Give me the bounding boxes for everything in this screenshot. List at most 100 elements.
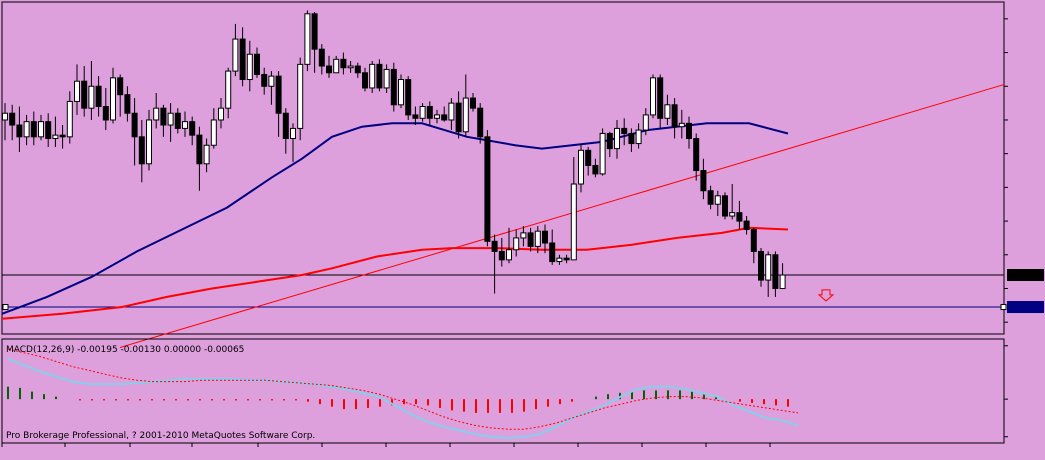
candle-body bbox=[383, 68, 390, 89]
candle-body bbox=[23, 121, 30, 138]
candle-body bbox=[419, 105, 426, 119]
candle-body bbox=[153, 107, 160, 121]
candle-body bbox=[326, 65, 332, 74]
macd-indicator-label: MACD(12,26,9) -0.00195 -0.00130 0.00000 … bbox=[6, 345, 244, 355]
candle bbox=[369, 60, 376, 94]
candle-body bbox=[254, 53, 260, 75]
candle-body bbox=[412, 114, 419, 119]
candle-body bbox=[743, 220, 750, 231]
candle-body bbox=[614, 127, 620, 150]
candle-body bbox=[707, 190, 714, 205]
candle-body bbox=[218, 107, 224, 121]
candle-body bbox=[311, 13, 318, 50]
candle-body bbox=[347, 65, 354, 69]
candle-body bbox=[88, 85, 95, 109]
candle-body bbox=[635, 129, 642, 145]
candle-body bbox=[455, 102, 462, 133]
candle-body bbox=[297, 63, 304, 129]
candle-body bbox=[657, 77, 664, 119]
candle-body bbox=[189, 121, 196, 136]
candle-body bbox=[642, 114, 649, 131]
candle bbox=[599, 128, 606, 176]
candle-body bbox=[304, 13, 311, 65]
candle-body bbox=[239, 38, 246, 81]
candle-body bbox=[30, 121, 37, 138]
candle-body bbox=[484, 136, 491, 242]
candle-body bbox=[146, 119, 152, 165]
candle-body bbox=[729, 212, 736, 217]
candle-body bbox=[232, 38, 239, 72]
candle-body bbox=[203, 144, 210, 165]
candle-body bbox=[750, 229, 757, 252]
candle-body bbox=[225, 70, 232, 109]
candle-body bbox=[124, 94, 131, 114]
bid-price-box bbox=[1007, 269, 1044, 282]
candle-body bbox=[38, 121, 44, 138]
candle-body bbox=[671, 104, 678, 128]
candle-body bbox=[599, 132, 606, 175]
candle-body bbox=[664, 104, 671, 119]
copyright-text: Pro Brokerage Professional, ? 2001-2010 … bbox=[6, 431, 315, 441]
candle-body bbox=[434, 114, 440, 119]
candle-body bbox=[700, 170, 707, 192]
candle-body bbox=[477, 107, 484, 138]
candle-body bbox=[340, 58, 347, 69]
candle-body bbox=[290, 127, 296, 140]
candle-body bbox=[102, 105, 109, 121]
candle-body bbox=[650, 77, 656, 116]
candle bbox=[484, 130, 491, 247]
candle-body bbox=[441, 114, 448, 121]
candle-body bbox=[376, 63, 383, 89]
candle-body bbox=[772, 254, 779, 289]
candle-body bbox=[542, 230, 548, 244]
candle-body bbox=[628, 132, 635, 145]
level-handle-left bbox=[2, 304, 9, 311]
candle-body bbox=[758, 250, 764, 281]
candle-body bbox=[462, 97, 469, 133]
candle bbox=[304, 10, 311, 72]
candle-body bbox=[261, 73, 268, 87]
candle-body bbox=[66, 100, 73, 138]
candle-body bbox=[534, 230, 541, 247]
candle-body bbox=[95, 85, 102, 107]
candle-body bbox=[570, 183, 577, 261]
candle-body bbox=[506, 249, 512, 261]
candle-body bbox=[131, 112, 138, 138]
price-chart[interactable]: MACD(12,26,9) -0.00195 -0.00130 0.00000 … bbox=[0, 0, 1045, 460]
candle-body bbox=[606, 132, 613, 150]
candle bbox=[405, 76, 412, 120]
candle bbox=[376, 59, 383, 92]
level-price-box bbox=[1007, 301, 1044, 314]
candle-body bbox=[448, 102, 455, 121]
candle-body bbox=[520, 232, 527, 239]
candle-body bbox=[491, 240, 498, 252]
candle-body bbox=[117, 77, 124, 96]
candle-body bbox=[174, 112, 181, 129]
candle-body bbox=[556, 257, 563, 263]
candle-body bbox=[578, 149, 584, 185]
candle-body bbox=[246, 53, 253, 81]
candle-body bbox=[45, 121, 52, 140]
candle-body bbox=[167, 112, 174, 126]
candle bbox=[650, 74, 656, 119]
candle-body bbox=[779, 274, 786, 289]
candle-body bbox=[52, 134, 59, 140]
candle-body bbox=[74, 80, 80, 102]
candle-body bbox=[16, 124, 23, 138]
candle-body bbox=[318, 48, 325, 67]
candle-body bbox=[333, 58, 340, 74]
candle bbox=[722, 192, 728, 220]
candle-body bbox=[513, 237, 520, 251]
candle-body bbox=[765, 254, 772, 281]
candle-body bbox=[498, 250, 505, 261]
candle bbox=[398, 74, 404, 109]
candle-body bbox=[693, 138, 700, 172]
candle-body bbox=[714, 195, 721, 205]
candle-body bbox=[282, 112, 289, 140]
chart-background bbox=[0, 0, 1045, 460]
candle-body bbox=[59, 134, 66, 138]
candle-body bbox=[362, 72, 368, 89]
candle bbox=[390, 62, 397, 112]
candle-body bbox=[182, 121, 188, 129]
candle-body bbox=[736, 212, 743, 222]
